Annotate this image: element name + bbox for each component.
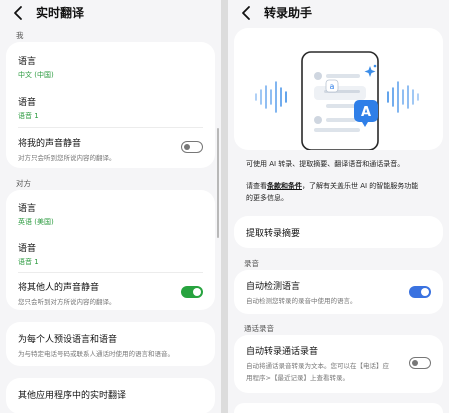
- page-title: 转录助手: [264, 6, 313, 20]
- sound-wave-right-icon: [387, 81, 419, 113]
- toggle-knob: [412, 359, 418, 366]
- terms-text: 请查看条款和条件，了解有关盖乐世 AI 的智能服务功能 的更多信息。: [246, 180, 439, 204]
- sound-wave-left-icon: [255, 81, 287, 113]
- transcription-illustration: a A: [255, 51, 419, 151]
- transcript-assist-panel: 转录助手 a A 可使用 AI 转录、提取摘要、翻译语音和通话录音。 请查看条款…: [228, 0, 449, 413]
- other-apps-card[interactable]: 其他应用程序中的实时翻译: [6, 378, 215, 413]
- terms-line2: 的更多信息。: [246, 194, 288, 202]
- translate-badge-icon: a: [325, 79, 339, 93]
- auto-transcribe-item[interactable]: 自动转录通话录音 自动将通话录音转录为文本。您可以在【电话】应 用程序>【最近记…: [246, 344, 403, 382]
- live-translate-panel: 实时翻译 我 语言 中文 (中国) 语音 语音 1 将我的声音静音 对方只会听到…: [0, 0, 221, 413]
- auto-detect-desc: 自动检测您转录的录音中使用的语言。: [246, 297, 357, 305]
- intro-text: 可使用 AI 转录、提取摘要、翻译语音和通话录音。: [246, 160, 405, 168]
- other-voice-label: 语音: [18, 244, 37, 254]
- me-language-item[interactable]: 语言 中文 (中国): [18, 54, 203, 80]
- section-label-other: 对方: [16, 179, 31, 188]
- illustration-card: a A: [234, 28, 443, 151]
- auto-detect-label: 自动检测语言: [246, 282, 301, 292]
- mute-me-toggle[interactable]: [181, 141, 203, 153]
- auto-detect-item[interactable]: 自动检测语言 自动检测您转录的录音中使用的语言。: [246, 279, 403, 305]
- back-arrow-icon[interactable]: [240, 5, 254, 21]
- mute-other-item[interactable]: 将其他人的声音静音 您只会听到对方所说内容的翻译。: [18, 280, 175, 306]
- auto-detect-toggle[interactable]: [409, 286, 431, 298]
- mute-me-desc: 对方只会听到您所说内容的翻译。: [18, 154, 116, 162]
- badge-small-glyph: a: [330, 82, 335, 91]
- me-language-label: 语言: [18, 57, 37, 67]
- next-card[interactable]: [234, 403, 443, 413]
- other-apps-item[interactable]: 其他应用程序中的实时翻译: [18, 388, 203, 401]
- preset-card[interactable]: 为每个人预设语言和语音 为与特定电话号码或联系人通话时使用的语言和语音。: [6, 322, 215, 366]
- preset-item[interactable]: 为每个人预设语言和语音 为与特定电话号码或联系人通话时使用的语言和语音。: [18, 332, 203, 358]
- me-voice-value: 语音 1: [18, 112, 39, 120]
- extract-summary-item[interactable]: 提取转录摘要: [246, 226, 431, 239]
- me-voice-label: 语音: [18, 98, 37, 108]
- me-voice-item[interactable]: 语音 语音 1: [18, 95, 203, 121]
- auto-transcribe-desc-2: 用程序>【最近记录】上查看转录。: [246, 374, 349, 382]
- other-language-value: 英语 (美国): [18, 218, 54, 226]
- extract-summary-label: 提取转录摘要: [246, 229, 301, 239]
- toggle-knob: [184, 143, 190, 150]
- me-language-value: 中文 (中国): [18, 71, 54, 79]
- other-voice-value: 语音 1: [18, 258, 39, 266]
- terms-prefix: 请查看: [246, 182, 267, 190]
- terms-suffix: ，了解有关盖乐世 AI 的智能服务功能: [302, 182, 419, 190]
- auto-detect-card: 自动检测语言 自动检测您转录的录音中使用的语言。: [234, 270, 443, 314]
- auto-transcribe-desc-1: 自动将通话录音转录为文本。您可以在【电话】应: [246, 362, 389, 370]
- header: 转录助手: [228, 0, 449, 26]
- other-voice-item[interactable]: 语音 语音 1: [18, 241, 203, 267]
- me-settings-card: 语言 中文 (中国) 语音 语音 1 将我的声音静音 对方只会听到您所说内容的翻…: [6, 42, 215, 168]
- preset-desc: 为与特定电话号码或联系人通话时使用的语言和语音。: [18, 350, 174, 358]
- page-title: 实时翻译: [36, 6, 85, 20]
- mute-other-desc: 您只会听到对方所说内容的翻译。: [18, 298, 116, 306]
- other-settings-card: 语言 英语 (美国) 语音 语音 1 将其他人的声音静音 您只会听到对方所说内容…: [6, 190, 215, 310]
- section-label-call: 通话录音: [244, 324, 274, 333]
- header: 实时翻译: [0, 0, 221, 26]
- terms-link[interactable]: 条款和条件: [267, 182, 302, 190]
- toggle-knob: [421, 288, 429, 296]
- other-apps-label: 其他应用程序中的实时翻译: [18, 391, 127, 401]
- divider: [18, 272, 203, 273]
- preset-label: 为每个人预设语言和语音: [18, 335, 118, 345]
- badge-large-glyph: A: [361, 105, 371, 120]
- mute-other-label: 将其他人的声音静音: [18, 283, 100, 293]
- auto-transcribe-label: 自动转录通话录音: [246, 347, 319, 357]
- mute-other-toggle[interactable]: [181, 286, 203, 298]
- section-label-recording: 录音: [244, 259, 259, 268]
- mute-me-label: 将我的声音静音: [18, 139, 82, 149]
- divider: [18, 127, 203, 128]
- auto-transcribe-toggle[interactable]: [409, 357, 431, 369]
- toggle-knob: [193, 288, 201, 296]
- auto-transcribe-card: 自动转录通话录音 自动将通话录音转录为文本。您可以在【电话】应 用程序>【最近记…: [234, 335, 443, 393]
- section-label-me: 我: [16, 31, 24, 40]
- other-language-item[interactable]: 语言 英语 (美国): [18, 201, 203, 227]
- scrollbar[interactable]: [217, 128, 219, 238]
- other-language-label: 语言: [18, 204, 37, 214]
- back-arrow-icon[interactable]: [12, 5, 26, 21]
- extract-summary-card[interactable]: 提取转录摘要: [234, 216, 443, 248]
- mute-me-item[interactable]: 将我的声音静音 对方只会听到您所说内容的翻译。: [18, 136, 175, 162]
